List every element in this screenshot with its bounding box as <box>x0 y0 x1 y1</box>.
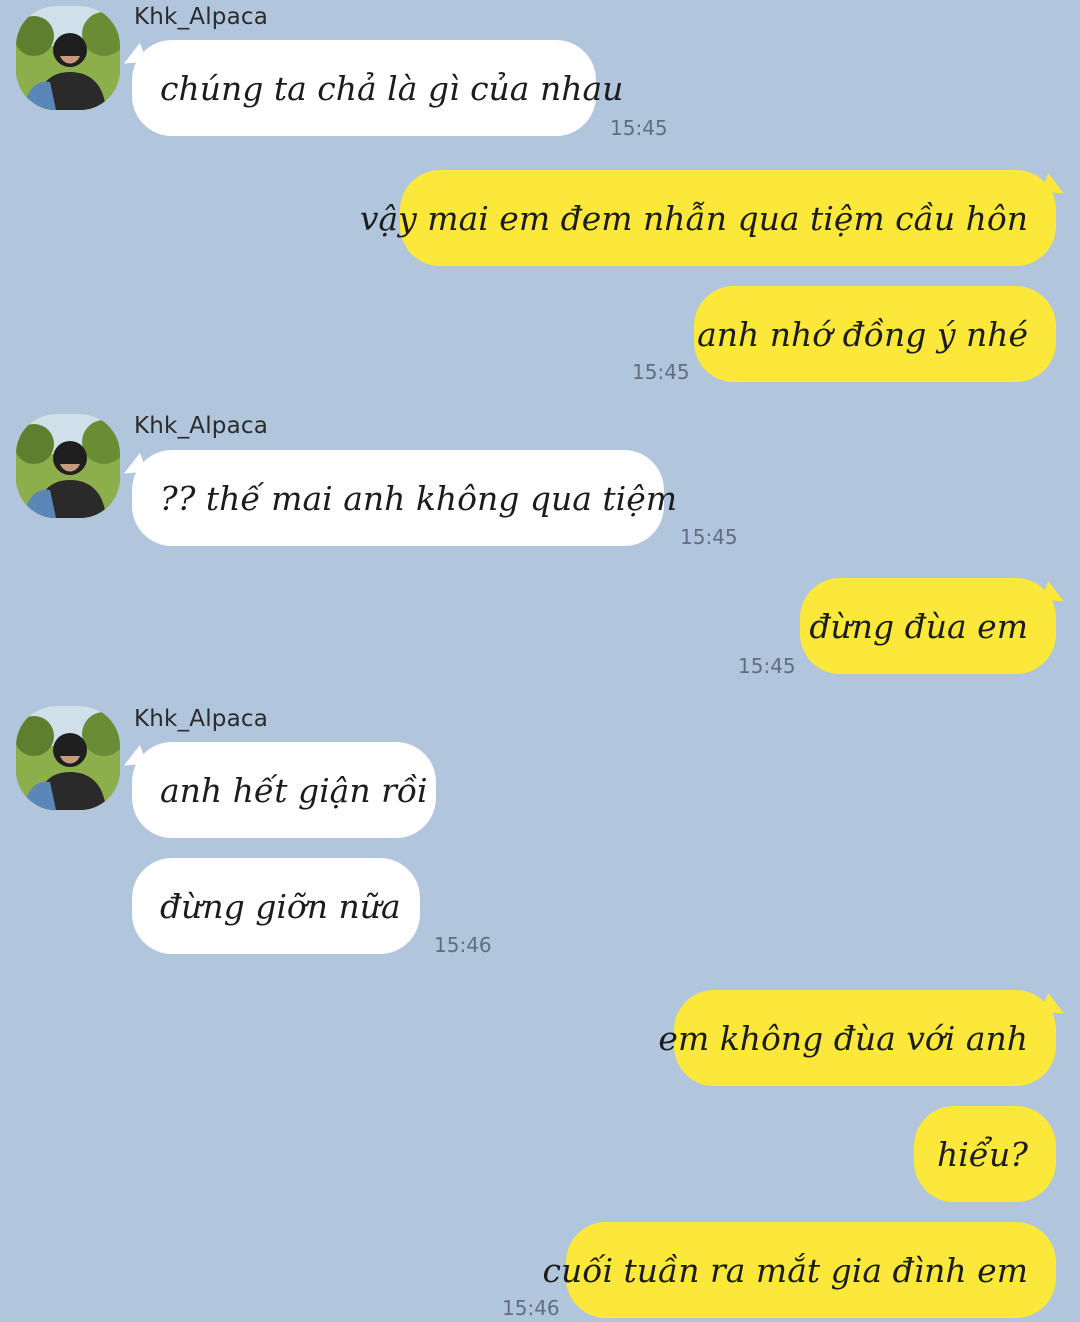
sender-name: Khk_Alpaca <box>134 4 269 30</box>
message-text: chúng ta chả là gì của nhau <box>160 68 624 108</box>
message-bubble-outgoing[interactable]: cuối tuần ra mắt gia đình em <box>543 1222 1056 1318</box>
message-timestamp: 15:46 <box>434 933 492 957</box>
profile-photo-icon <box>16 706 120 810</box>
message-timestamp: 15:46 <box>502 1296 560 1320</box>
message-text: hiểu? <box>936 1134 1028 1174</box>
message-text: cuối tuần ra mắt gia đình em <box>542 1250 1028 1290</box>
message-bubble-incoming[interactable]: ?? thế mai anh không qua tiệm <box>132 450 677 546</box>
message-bubble-incoming[interactable]: anh hết giận rồi <box>132 742 436 838</box>
message-bubble-outgoing[interactable]: đừng đùa em <box>800 578 1056 674</box>
sender-name: Khk_Alpaca <box>134 413 269 439</box>
message-bubble-incoming[interactable]: đừng giỡn nữa <box>132 858 420 954</box>
message-bubble-outgoing[interactable]: hiểu? <box>914 1106 1056 1202</box>
message-bubble-outgoing[interactable]: anh nhớ đồng ý nhé <box>694 286 1056 382</box>
profile-photo-icon <box>16 414 120 518</box>
message-text: anh hết giận rồi <box>160 770 428 810</box>
chat-view[interactable]: Khk_Alpaca chúng ta chả là gì của nhau 1… <box>0 0 1080 1322</box>
contact-avatar[interactable] <box>16 6 120 110</box>
message-timestamp: 15:45 <box>632 360 690 384</box>
message-text: vậy mai em đem nhẫn qua tiệm cầu hôn <box>359 198 1028 238</box>
contact-avatar[interactable] <box>16 414 120 518</box>
message-text: em không đùa với anh <box>658 1018 1028 1058</box>
message-timestamp: 15:45 <box>680 525 738 549</box>
message-bubble-incoming[interactable]: chúng ta chả là gì của nhau <box>132 40 623 136</box>
message-text: đừng đùa em <box>809 606 1028 646</box>
sender-name: Khk_Alpaca <box>134 706 269 732</box>
message-text: đừng giỡn nữa <box>160 886 401 926</box>
message-text: ?? thế mai anh không qua tiệm <box>160 478 678 518</box>
message-bubble-outgoing[interactable]: em không đùa với anh <box>658 990 1056 1086</box>
message-timestamp: 15:45 <box>738 654 796 678</box>
message-timestamp: 15:45 <box>610 116 668 140</box>
message-bubble-outgoing[interactable]: vậy mai em đem nhẫn qua tiệm cầu hôn <box>360 170 1056 266</box>
message-text: anh nhớ đồng ý nhé <box>697 314 1028 354</box>
contact-avatar[interactable] <box>16 706 120 810</box>
profile-photo-icon <box>16 6 120 110</box>
